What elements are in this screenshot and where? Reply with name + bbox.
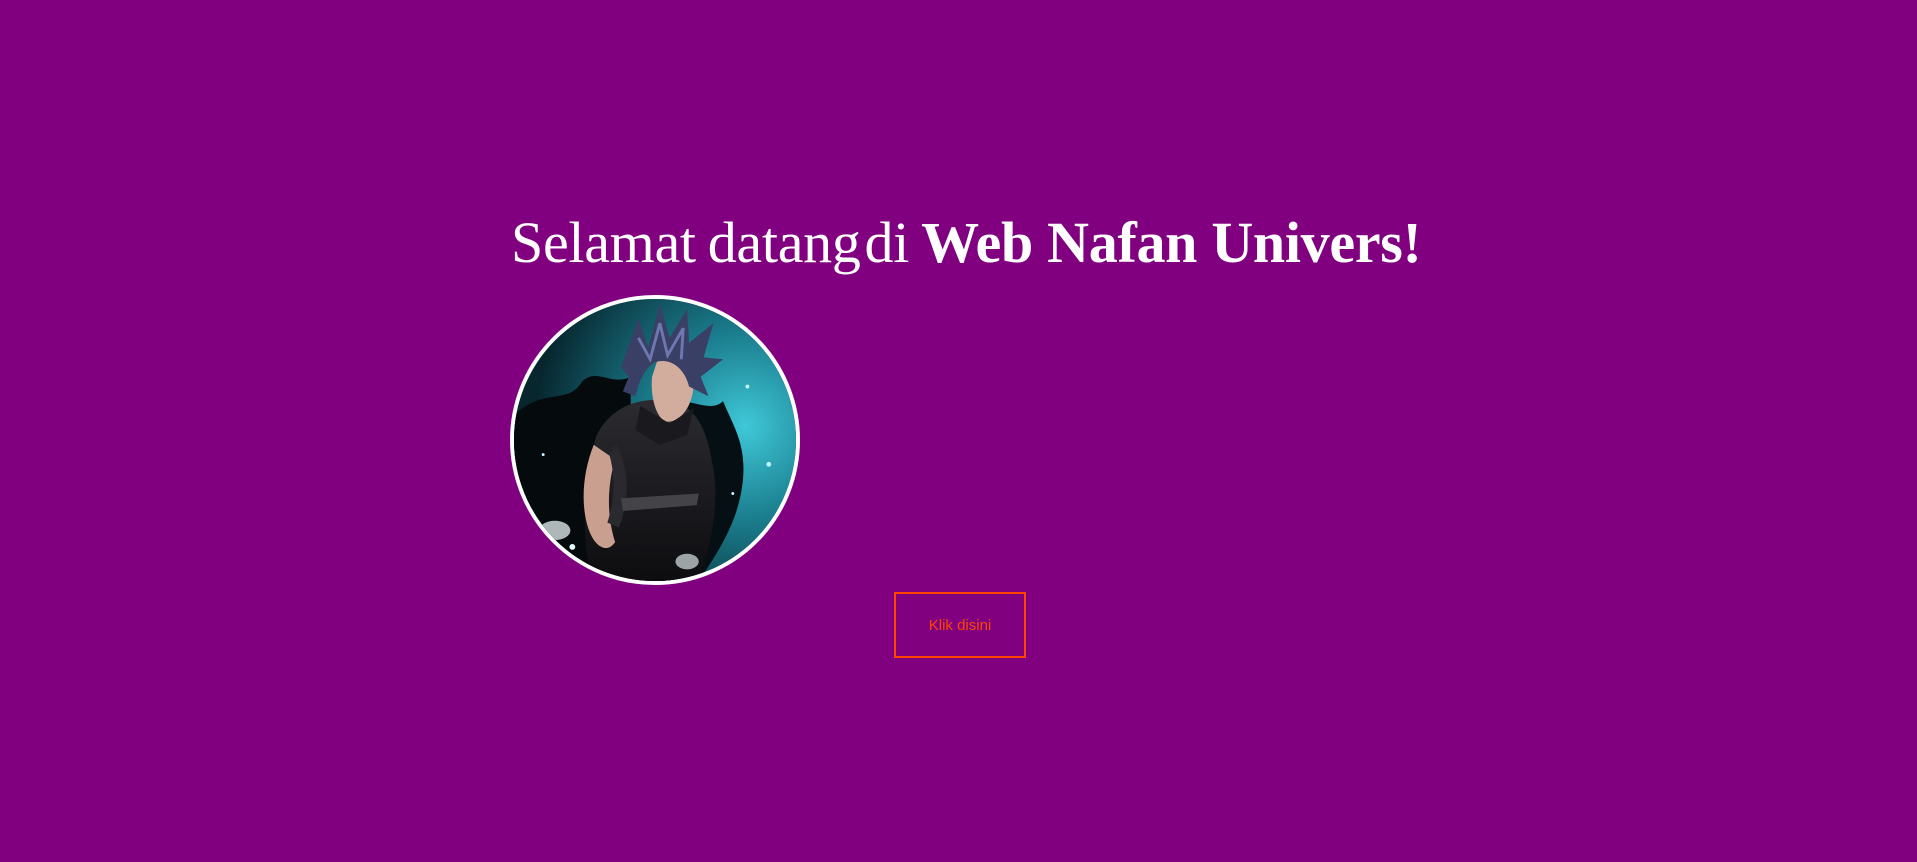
sparkle xyxy=(766,461,772,467)
sparkle xyxy=(569,544,576,550)
greeting-word-di: di xyxy=(864,210,910,275)
click-here-button[interactable]: Klik disini xyxy=(894,592,1026,658)
page-background: Selamat datangdi Web Nafan Univers! Klik… xyxy=(0,0,1917,862)
greeting-word-selamat: Selamat xyxy=(511,210,696,275)
sparkle xyxy=(745,384,750,389)
avatar-light-flare xyxy=(539,520,571,541)
avatar-illustration xyxy=(514,299,796,581)
sparkle xyxy=(731,492,735,495)
sparkle xyxy=(541,453,545,457)
avatar-light-flare xyxy=(675,553,699,570)
welcome-heading: Selamat datangdi Web Nafan Univers! xyxy=(511,206,1422,280)
greeting-word-datang: datang xyxy=(707,210,861,275)
brand-name: Web Nafan Univers! xyxy=(921,210,1422,275)
profile-avatar xyxy=(510,295,800,585)
